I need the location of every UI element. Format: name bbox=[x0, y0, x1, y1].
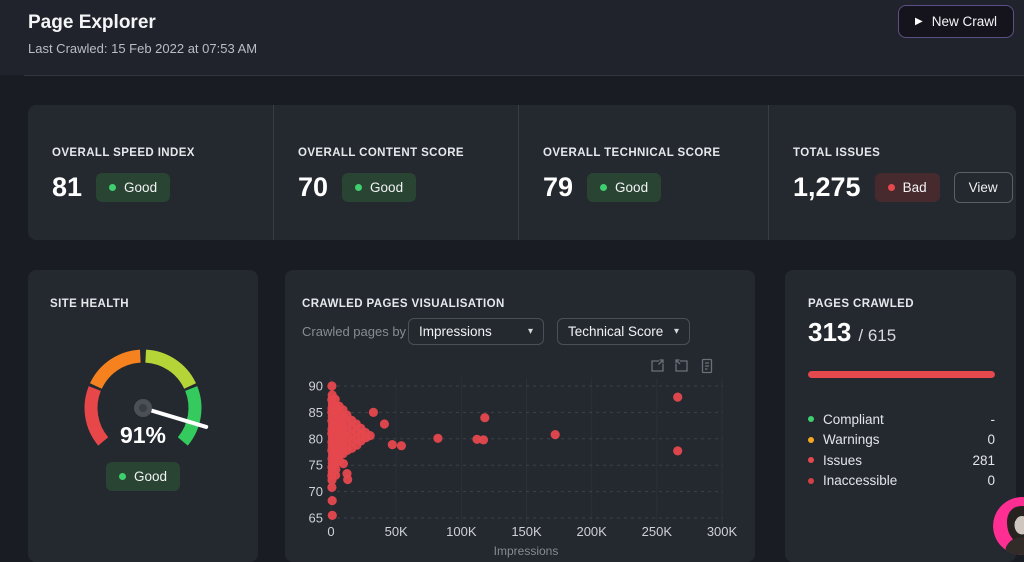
badge-label: Good bbox=[124, 180, 157, 195]
crawled-pages-visualisation-panel: CRAWLED PAGES VISUALISATION Crawled page… bbox=[285, 270, 755, 562]
view-issues-button[interactable]: View bbox=[954, 172, 1013, 203]
crawled-pages-by-label: Crawled pages by bbox=[302, 324, 408, 339]
stat-label: TOTAL ISSUES bbox=[793, 147, 1016, 159]
stat-technical-score: OVERALL TECHNICAL SCORE 79 Good bbox=[518, 105, 768, 240]
scatter-plot: 65 70 75 80 85 90 0 50K 100K 150K 200K 250K 300K Impr… bbox=[285, 372, 755, 562]
stat-total-issues: TOTAL ISSUES 1,275 Bad View bbox=[768, 105, 1016, 240]
stat-speed-index: OVERALL SPEED INDEX 81 Good bbox=[28, 105, 273, 240]
legend-value: 281 bbox=[972, 453, 995, 468]
badge-label: Bad bbox=[903, 180, 927, 195]
legend-value: - bbox=[991, 412, 996, 427]
svg-text:75: 75 bbox=[309, 458, 323, 473]
compliant-dot-icon bbox=[808, 416, 814, 422]
stat-content-score: OVERALL CONTENT SCORE 70 Good bbox=[273, 105, 518, 240]
legend-label: Inaccessible bbox=[823, 473, 987, 488]
status-dot-icon bbox=[600, 184, 607, 191]
legend-row-warnings: Warnings 0 bbox=[808, 430, 995, 451]
badge-label: Good bbox=[134, 469, 167, 484]
status-dot-icon bbox=[119, 473, 126, 480]
legend-label: Issues bbox=[823, 453, 972, 468]
chevron-down-icon: ▾ bbox=[674, 326, 679, 337]
legend-row-issues: Issues 281 bbox=[808, 450, 995, 471]
site-health-badge: Good bbox=[106, 462, 180, 491]
new-crawl-button[interactable]: ▶ New Crawl bbox=[898, 5, 1014, 38]
score-dropdown[interactable]: Technical Score ▾ bbox=[557, 318, 690, 345]
site-health-percent: 91% bbox=[28, 422, 258, 449]
svg-text:200K: 200K bbox=[576, 524, 607, 539]
stat-value: 81 bbox=[52, 172, 82, 203]
stat-label: OVERALL SPEED INDEX bbox=[52, 147, 273, 159]
status-badge: Good bbox=[96, 173, 170, 202]
crawl-progress-fill bbox=[808, 371, 995, 378]
svg-text:50K: 50K bbox=[385, 524, 408, 539]
site-health-title: SITE HEALTH bbox=[50, 298, 129, 310]
metric-dropdown-value: Impressions bbox=[419, 324, 492, 339]
badge-label: Good bbox=[615, 180, 648, 195]
svg-text:0: 0 bbox=[327, 524, 334, 539]
pages-crawled-panel: PAGES CRAWLED 313 / 615 Compliant - Warn… bbox=[785, 270, 1016, 562]
legend-value: 0 bbox=[987, 432, 995, 447]
overview-stats-panel: OVERALL SPEED INDEX 81 Good OVERALL CONT… bbox=[28, 105, 1016, 240]
svg-text:Impressions: Impressions bbox=[494, 544, 559, 558]
legend-row-inaccessible: Inaccessible 0 bbox=[808, 471, 995, 492]
header-divider bbox=[24, 75, 1024, 76]
site-health-panel: SITE HEALTH 91% Good bbox=[28, 270, 258, 562]
warnings-dot-icon bbox=[808, 437, 814, 443]
status-dot-icon bbox=[109, 184, 116, 191]
metric-dropdown[interactable]: Impressions ▾ bbox=[408, 318, 544, 345]
crawl-progress-bar bbox=[808, 371, 995, 378]
status-dot-icon bbox=[888, 184, 895, 191]
badge-label: Good bbox=[370, 180, 403, 195]
stat-value: 1,275 bbox=[793, 172, 861, 203]
play-icon: ▶ bbox=[915, 16, 923, 27]
crawl-status-legend: Compliant - Warnings 0 Issues 281 Inacce… bbox=[808, 409, 995, 491]
new-crawl-label: New Crawl bbox=[932, 14, 997, 29]
stat-value: 70 bbox=[298, 172, 328, 203]
inaccessible-dot-icon bbox=[808, 478, 814, 484]
status-badge: Good bbox=[342, 173, 416, 202]
last-crawled-subtitle: Last Crawled: 15 Feb 2022 at 07:53 AM bbox=[28, 41, 257, 56]
page-title: Page Explorer bbox=[28, 12, 156, 34]
score-dropdown-value: Technical Score bbox=[568, 324, 663, 339]
legend-row-compliant: Compliant - bbox=[808, 409, 995, 430]
pages-crawled-title: PAGES CRAWLED bbox=[808, 298, 914, 310]
gauge-hub-center bbox=[139, 404, 147, 412]
gauge-segment-yellowgreen bbox=[146, 356, 190, 386]
legend-label: Compliant bbox=[823, 412, 991, 427]
legend-value: 0 bbox=[987, 473, 995, 488]
legend-label: Warnings bbox=[823, 432, 987, 447]
stat-label: OVERALL CONTENT SCORE bbox=[298, 147, 518, 159]
status-dot-icon bbox=[355, 184, 362, 191]
visualisation-title: CRAWLED PAGES VISUALISATION bbox=[302, 298, 505, 310]
svg-text:150K: 150K bbox=[511, 524, 542, 539]
stat-value: 79 bbox=[543, 172, 573, 203]
issues-dot-icon bbox=[808, 457, 814, 463]
svg-text:90: 90 bbox=[309, 379, 323, 394]
status-badge: Bad bbox=[875, 173, 940, 202]
stat-label: OVERALL TECHNICAL SCORE bbox=[543, 147, 768, 159]
gauge-segment-orange bbox=[96, 356, 140, 386]
pages-crawled-count: 313 bbox=[808, 317, 851, 348]
svg-text:250K: 250K bbox=[642, 524, 673, 539]
chevron-down-icon: ▾ bbox=[528, 326, 533, 337]
svg-text:80: 80 bbox=[309, 431, 323, 446]
pages-crawled-total: / 615 bbox=[858, 326, 896, 346]
svg-text:65: 65 bbox=[309, 511, 323, 526]
svg-text:100K: 100K bbox=[446, 524, 477, 539]
status-badge: Good bbox=[587, 173, 661, 202]
svg-text:85: 85 bbox=[309, 405, 323, 420]
svg-text:70: 70 bbox=[309, 484, 323, 499]
svg-text:300K: 300K bbox=[707, 524, 738, 539]
